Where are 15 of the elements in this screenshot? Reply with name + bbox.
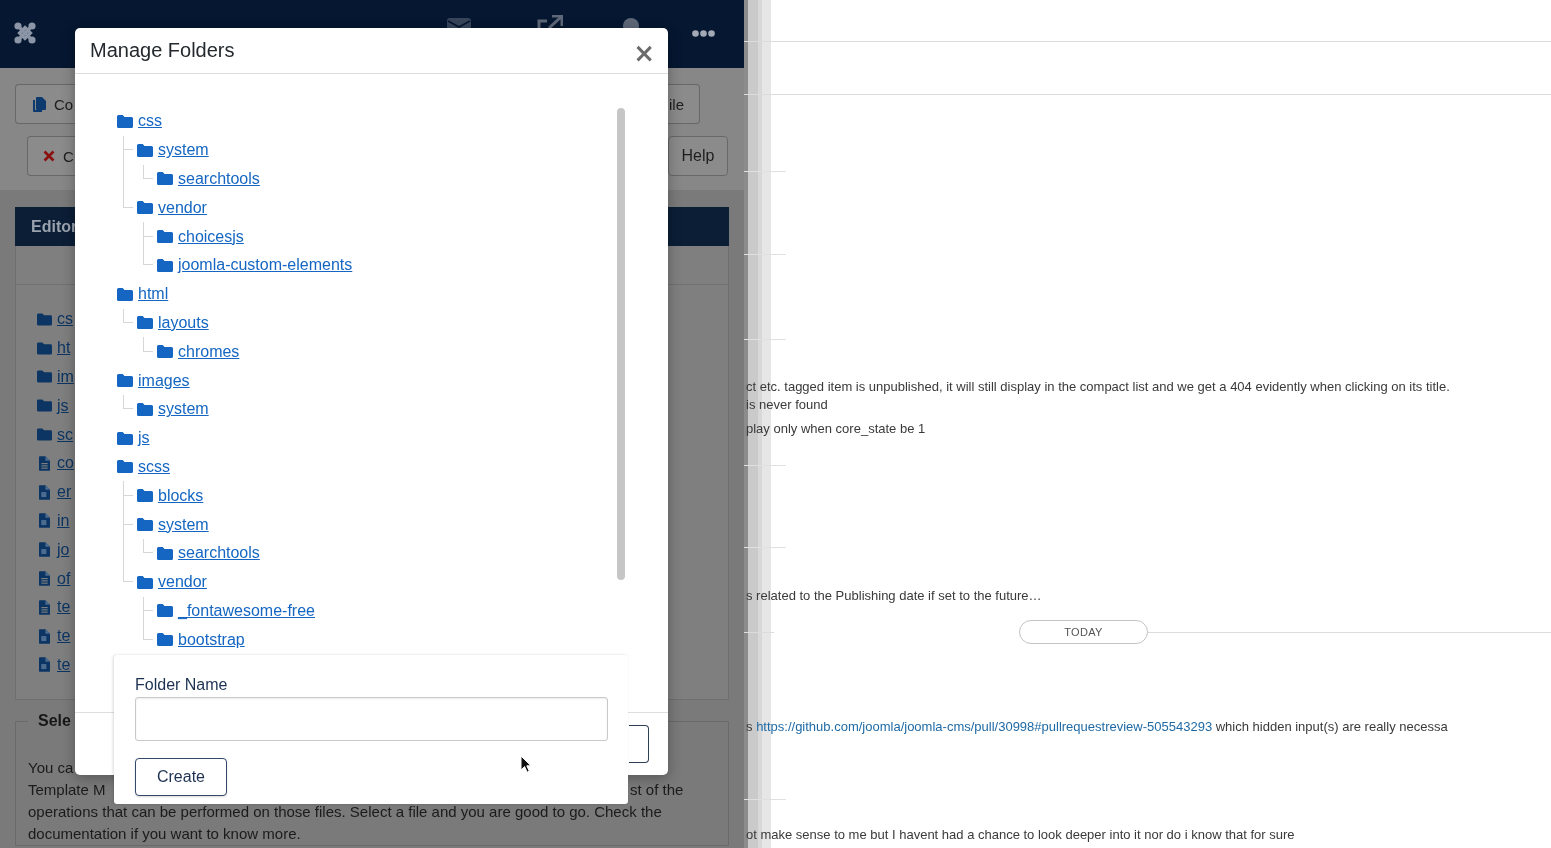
message-text: s related to the Publishing date if set to the future…: [745, 587, 1043, 605]
message-text: ct etc. tagged item is unpublished, it will still display in the compact list and we get a 404 evidently when clicking on its title.: [745, 378, 1451, 396]
field-label: Folder Name: [135, 675, 228, 694]
info-text: You ca: [28, 759, 74, 776]
modal-title: Manage Folders: [90, 39, 235, 62]
message-text: play only when core_state be 1: [745, 420, 927, 438]
info-text: Template M: [28, 780, 107, 800]
editor-title: Editor: [31, 217, 78, 236]
info-text: operations that can be performed on those files. Select a file and you are good to go. Check the: [28, 803, 662, 820]
message-text: ot make sense to me but I havent had a chance to look deeper into it nor do i know that for sure: [745, 826, 1296, 844]
info-text: st of the: [630, 780, 685, 800]
message-text: is never found: [745, 396, 829, 414]
message-text: s https://github.com/joomla/joomla-cms/pull/30998#pullrequestreview-505543293 which hidden input(s) are really necessa: [745, 718, 1449, 736]
info-text: documentation if you want to know more.: [28, 825, 301, 842]
fieldset-legend: Sele: [28, 712, 79, 730]
